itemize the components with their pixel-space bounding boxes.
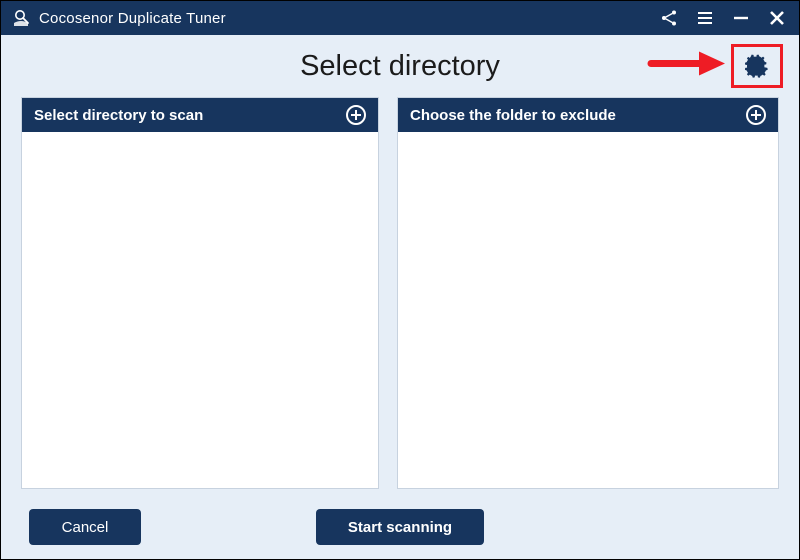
app-title: Cocosenor Duplicate Tuner xyxy=(39,10,226,27)
plus-circle-icon xyxy=(745,104,767,126)
share-button[interactable] xyxy=(651,1,687,35)
minimize-button[interactable] xyxy=(723,1,759,35)
settings-button[interactable] xyxy=(731,44,783,88)
start-scanning-button[interactable]: Start scanning xyxy=(316,509,484,545)
add-scan-directory-button[interactable] xyxy=(344,103,368,127)
close-icon xyxy=(768,9,786,27)
annotation-arrow-icon xyxy=(647,48,725,85)
add-exclude-directory-button[interactable] xyxy=(744,103,768,127)
plus-circle-icon xyxy=(345,104,367,126)
page-title: Select directory xyxy=(300,50,500,83)
cancel-button[interactable]: Cancel xyxy=(29,509,141,545)
panels-container: Select directory to scan Choose the fold… xyxy=(1,97,799,489)
scan-directory-list[interactable] xyxy=(22,132,378,488)
scan-panel-header: Select directory to scan xyxy=(22,98,378,132)
minimize-icon xyxy=(732,9,750,27)
footer: Cancel Start scanning xyxy=(1,495,799,559)
menu-button[interactable] xyxy=(687,1,723,35)
share-icon xyxy=(660,9,678,27)
gear-icon xyxy=(745,54,769,78)
exclude-panel-title: Choose the folder to exclude xyxy=(410,107,616,124)
exclude-directory-list[interactable] xyxy=(398,132,778,488)
hamburger-icon xyxy=(696,9,714,27)
page-header: Select directory xyxy=(1,35,799,97)
exclude-panel: Choose the folder to exclude xyxy=(397,97,779,489)
titlebar: Cocosenor Duplicate Tuner xyxy=(1,1,799,35)
scan-panel: Select directory to scan xyxy=(21,97,379,489)
scan-panel-title: Select directory to scan xyxy=(34,107,203,124)
close-button[interactable] xyxy=(759,1,795,35)
app-logo-icon xyxy=(11,8,31,28)
exclude-panel-header: Choose the folder to exclude xyxy=(398,98,778,132)
